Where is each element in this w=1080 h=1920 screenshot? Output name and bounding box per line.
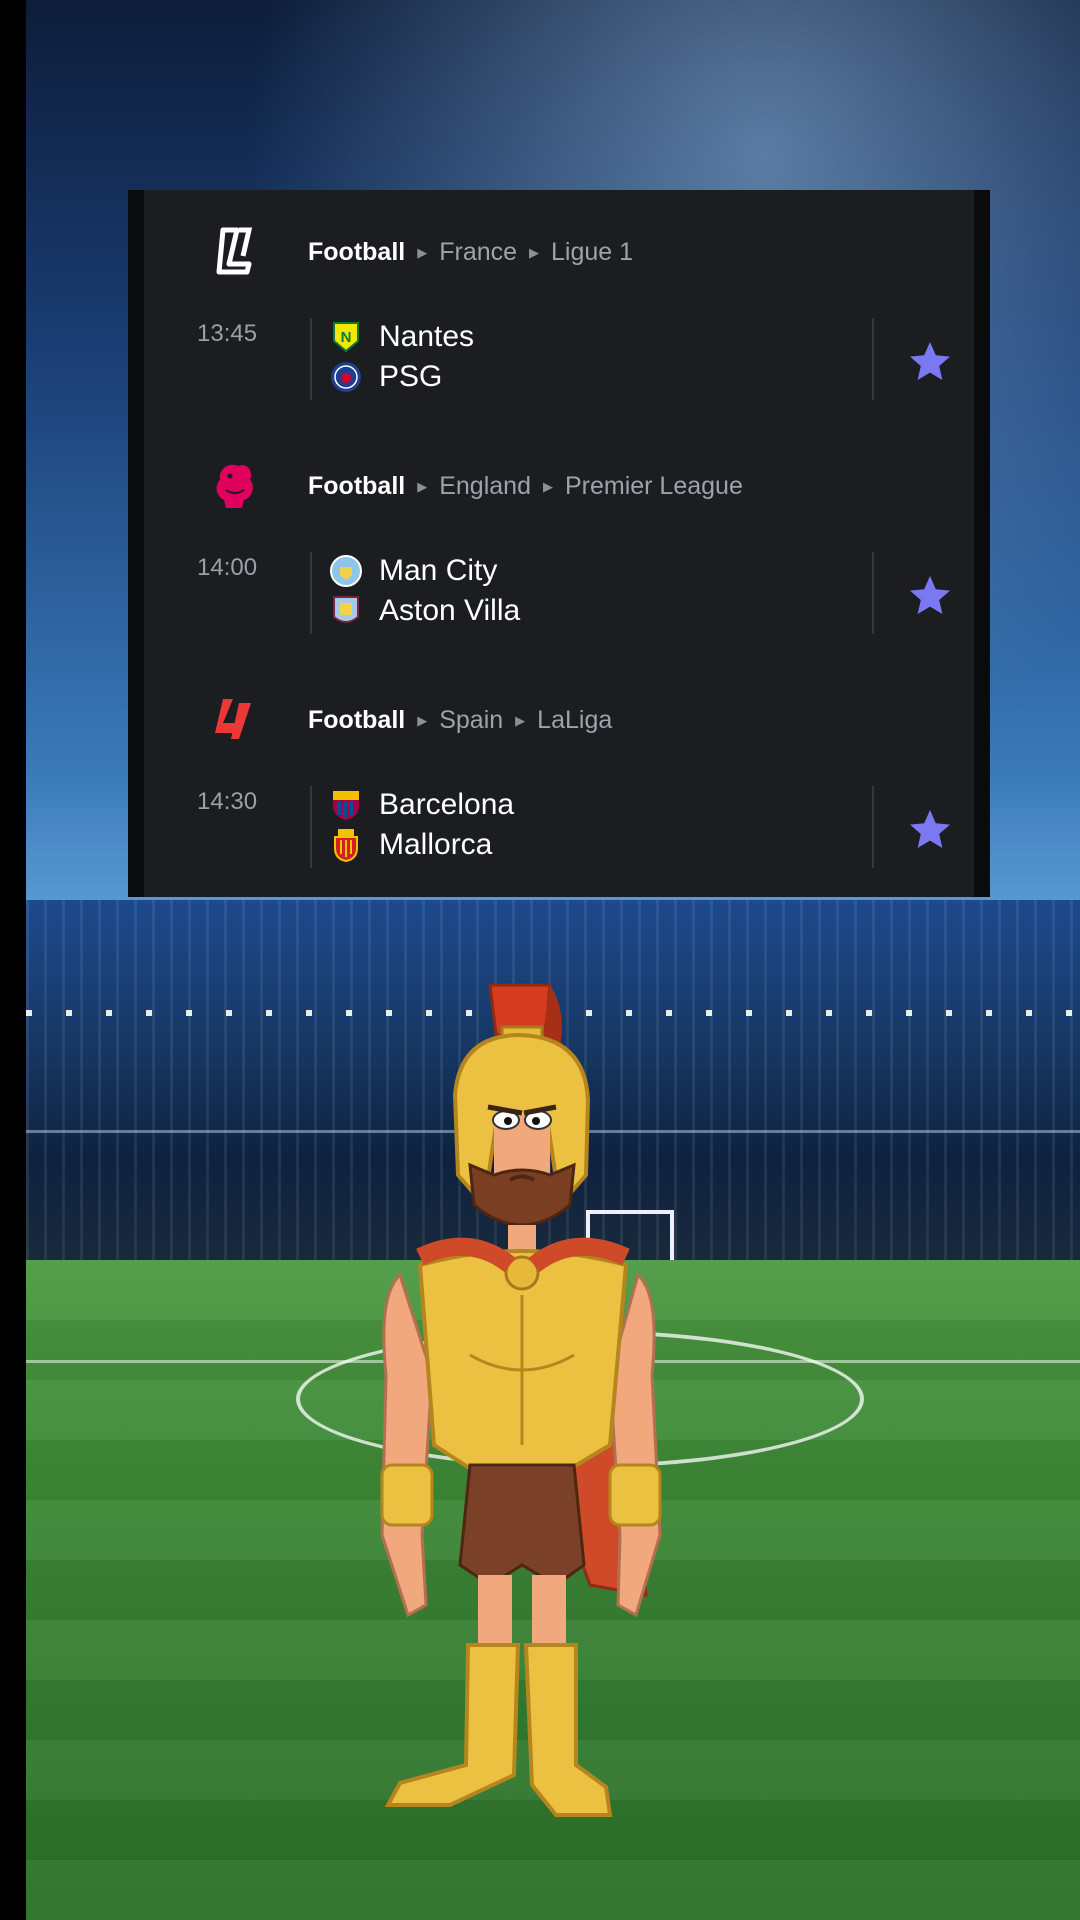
man-city-crest-icon <box>329 554 363 588</box>
breadcrumb-separator-icon: ▶ <box>529 244 540 260</box>
breadcrumb-competition[interactable]: Premier League <box>565 472 743 501</box>
svg-text:N: N <box>341 329 352 346</box>
breadcrumb-competition[interactable]: LaLiga <box>537 706 612 735</box>
ligue1-logo-icon <box>209 225 261 277</box>
breadcrumb-separator-icon: ▶ <box>417 244 428 260</box>
breadcrumb-sport[interactable]: Football <box>308 706 405 735</box>
nantes-crest-icon: N <box>329 320 363 354</box>
fixture-group-laliga: Football ▶ Spain ▶ LaLiga 14:30 Barcelon… <box>144 658 974 892</box>
breadcrumb-separator-icon: ▶ <box>542 478 553 494</box>
divider <box>872 318 874 400</box>
fixtures-card: Football ▶ France ▶ Ligue 1 13:45 N Nant… <box>128 190 990 897</box>
away-team-name: Mallorca <box>379 828 493 861</box>
kickoff-time: 14:30 <box>197 788 258 815</box>
home-team[interactable]: Barcelona <box>329 786 514 824</box>
home-team[interactable]: N Nantes <box>329 318 474 356</box>
breadcrumb-separator-icon: ▶ <box>417 478 428 494</box>
divider <box>310 786 312 868</box>
favourite-star-icon[interactable] <box>906 338 954 386</box>
breadcrumb-country[interactable]: Spain <box>439 706 503 735</box>
favourite-star-icon[interactable] <box>906 806 954 854</box>
away-team-name: PSG <box>379 360 443 393</box>
divider <box>872 786 874 868</box>
away-team[interactable]: Mallorca <box>329 826 492 864</box>
spartan-character-illustration <box>380 983 662 1817</box>
favourite-star-icon[interactable] <box>906 572 954 620</box>
breadcrumb[interactable]: Football ▶ Spain ▶ LaLiga <box>308 706 612 735</box>
breadcrumb-country[interactable]: France <box>439 238 517 267</box>
breadcrumb-separator-icon: ▶ <box>515 712 526 728</box>
fixture-group-premier-league: Football ▶ England ▶ Premier League 14:0… <box>144 424 974 658</box>
mallorca-crest-icon <box>329 828 363 862</box>
home-team-name: Man City <box>379 554 498 587</box>
breadcrumb-country[interactable]: England <box>439 472 531 501</box>
home-team[interactable]: Man City <box>329 552 497 590</box>
away-team[interactable]: Aston Villa <box>329 592 520 630</box>
barcelona-crest-icon <box>329 788 363 822</box>
away-team[interactable]: PSG <box>329 358 442 396</box>
divider <box>872 552 874 634</box>
kickoff-time: 14:00 <box>197 554 258 581</box>
breadcrumb-competition[interactable]: Ligue 1 <box>551 238 633 267</box>
divider <box>310 552 312 634</box>
laliga-logo-icon <box>209 693 261 745</box>
breadcrumb-sport[interactable]: Football <box>308 238 405 267</box>
breadcrumb-separator-icon: ▶ <box>417 712 428 728</box>
premier-league-logo-icon <box>209 459 261 511</box>
home-team-name: Nantes <box>379 320 475 353</box>
divider <box>310 318 312 400</box>
home-team-name: Barcelona <box>379 788 515 821</box>
fixture-group-ligue1: Football ▶ France ▶ Ligue 1 13:45 N Nant… <box>144 190 974 424</box>
aston-villa-crest-icon <box>329 594 363 628</box>
kickoff-time: 13:45 <box>197 320 258 347</box>
breadcrumb-sport[interactable]: Football <box>308 472 405 501</box>
breadcrumb[interactable]: Football ▶ France ▶ Ligue 1 <box>308 238 633 267</box>
away-team-name: Aston Villa <box>379 594 521 627</box>
psg-crest-icon <box>329 360 363 394</box>
breadcrumb[interactable]: Football ▶ England ▶ Premier League <box>308 472 743 501</box>
